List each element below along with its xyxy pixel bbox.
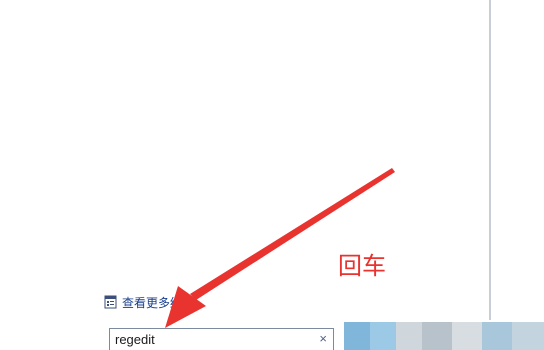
taskbar-tile[interactable] — [512, 322, 544, 350]
taskbar-tile[interactable] — [344, 322, 370, 350]
search-results-icon — [104, 295, 118, 309]
start-search-box[interactable]: × — [109, 328, 334, 350]
taskbar-tile[interactable] — [396, 322, 422, 350]
start-search-input[interactable] — [115, 329, 305, 350]
window-border — [489, 0, 491, 320]
taskbar-tile[interactable] — [422, 322, 452, 350]
taskbar-tile[interactable] — [452, 322, 482, 350]
close-icon[interactable]: × — [319, 332, 327, 346]
taskbar-tile[interactable] — [482, 322, 512, 350]
see-more-results-label: 查看更多结果 — [122, 295, 195, 310]
see-more-results-link[interactable]: 查看更多结果 — [104, 293, 194, 311]
enter-key-annotation: 回车 — [338, 252, 386, 280]
taskbar-strip — [344, 322, 544, 350]
taskbar-tile[interactable] — [370, 322, 396, 350]
